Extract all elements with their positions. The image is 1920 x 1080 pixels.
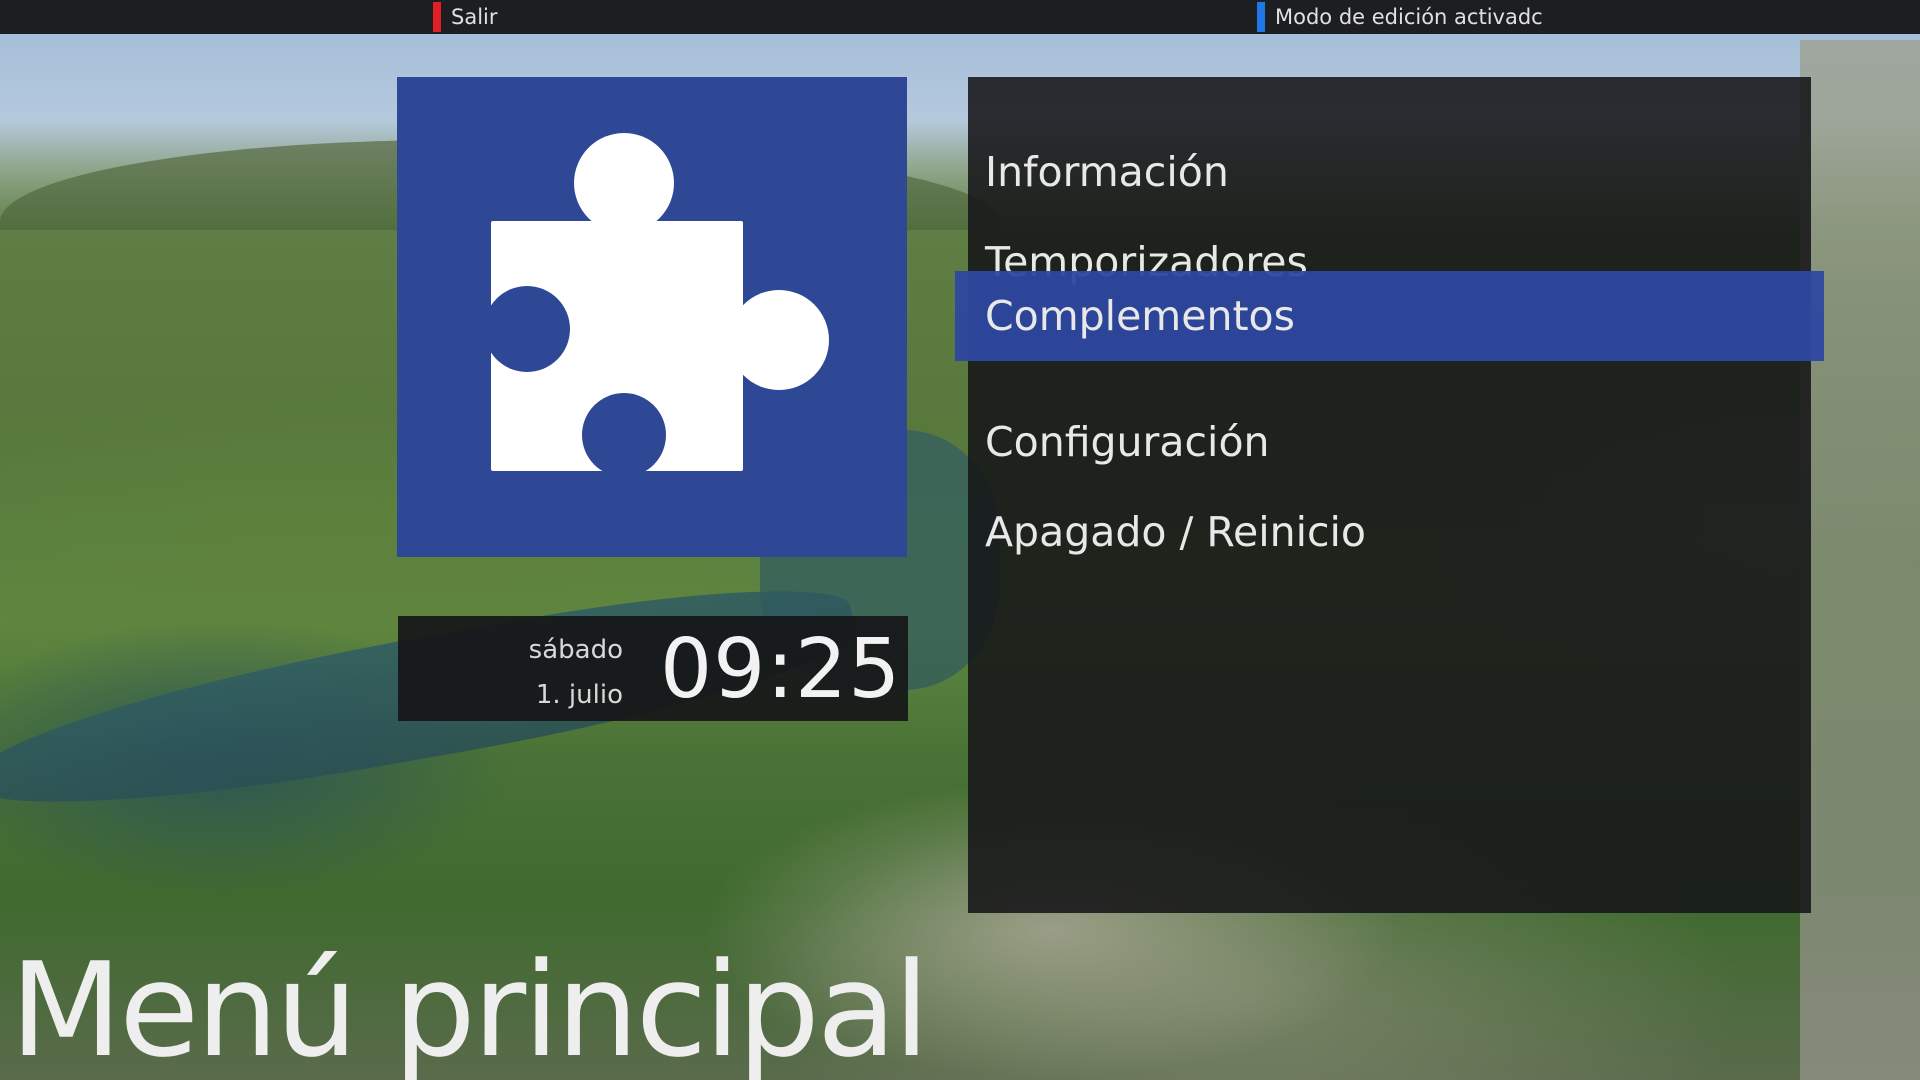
menu-item-apagado-reinicio[interactable]: Apagado / Reinicio [968,487,1811,577]
blue-key-label: Modo de edición activadc [1275,5,1543,29]
clock-date: sábado 1. julio [529,628,623,718]
background-cliff [1800,40,1920,1080]
menu-item-configuracion[interactable]: Configuración [968,397,1811,487]
main-menu-list: Información Temporizadores Complementos … [955,77,1824,913]
red-key-label: Salir [451,5,498,29]
menu-item-informacion[interactable]: Información [968,127,1811,217]
red-key-swatch [433,2,441,32]
red-key-hint[interactable]: Salir [433,0,498,34]
clock-weekday: sábado [528,635,623,665]
top-hint-bar: Salir Modo de edición activadc [0,0,1920,34]
menu-item-complementos[interactable]: Complementos [955,271,1824,361]
selected-item-preview-tile [397,77,907,557]
clock-day-month: 1. julio [535,680,623,710]
page-title: Menú principal [10,934,930,1080]
blue-key-swatch [1257,2,1265,32]
blue-key-hint[interactable]: Modo de edición activadc [1257,0,1543,34]
clock-time: 09:25 [660,622,902,717]
clock-widget: sábado 1. julio 09:25 [398,616,908,721]
puzzle-piece-icon [484,133,829,477]
